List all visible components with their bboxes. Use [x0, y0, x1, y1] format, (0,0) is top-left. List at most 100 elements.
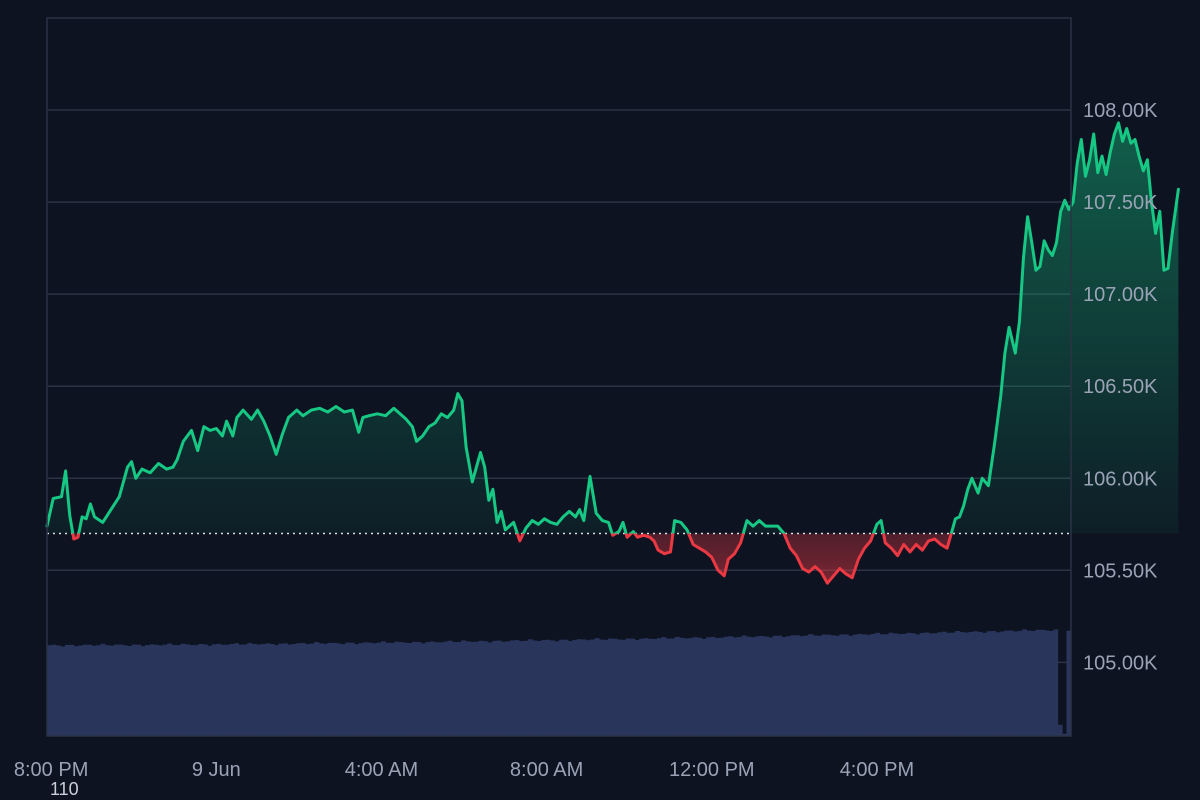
volume-bar: [461, 640, 467, 736]
volume-bar: [768, 637, 774, 736]
volume-bar: [714, 637, 720, 736]
volume-bar: [247, 642, 253, 736]
volume-bar: [661, 637, 667, 736]
volume-bar: [835, 635, 840, 736]
volume-bar: [772, 635, 778, 736]
volume-bar: [527, 639, 533, 736]
volume-bar: [981, 632, 987, 736]
volume-bar: [857, 633, 863, 736]
volume-bar: [523, 640, 529, 736]
volume-bar: [380, 641, 386, 736]
volume-bar: [469, 641, 475, 736]
volume-bar: [438, 642, 444, 736]
volume-bar: [64, 644, 70, 736]
volume-bar: [91, 645, 97, 736]
volume-bar: [171, 644, 177, 736]
volume-bar: [612, 638, 618, 736]
volume-bar: [777, 635, 783, 736]
volume-bar: [879, 634, 885, 736]
volume-bar: [919, 632, 925, 736]
volume-bar: [510, 640, 515, 736]
volume-bar: [1013, 631, 1019, 736]
volume-bar: [607, 638, 613, 736]
volume-bar: [336, 643, 342, 736]
volume-bar: [973, 631, 979, 736]
volume-bar: [1008, 630, 1014, 736]
volume-bar: [144, 645, 150, 736]
volume-bar: [331, 642, 337, 736]
volume-bar: [416, 642, 422, 736]
x-tick-label: 8:00 PM: [14, 759, 88, 781]
volume-bar: [625, 638, 631, 736]
plot-border: [46, 17, 1072, 737]
volume-bar: [554, 641, 560, 736]
volume-bar: [906, 632, 912, 736]
volume-bar: [599, 639, 605, 736]
volume-bar: [501, 641, 507, 736]
volume-bar: [924, 632, 930, 736]
y-tick-label: 106.00K: [1083, 468, 1158, 490]
volume-bar: [532, 640, 538, 736]
volume-bar: [327, 642, 333, 736]
volume-bar: [300, 642, 306, 736]
volume-bar: [821, 634, 827, 736]
volume-bar: [884, 634, 889, 736]
volume-bar: [483, 641, 489, 736]
volume-bar: [1048, 630, 1054, 736]
volume-bar: [198, 644, 204, 736]
volume-bar: [559, 639, 564, 736]
volume-bar: [995, 632, 1001, 736]
volume-bar: [1039, 629, 1045, 736]
volume-bar: [683, 638, 689, 736]
volume-bar: [1030, 630, 1036, 736]
volume-bar: [403, 642, 409, 736]
volume-bar: [679, 637, 685, 736]
volume-bar: [1017, 630, 1023, 736]
volume-bar: [202, 644, 208, 736]
volume-bar: [305, 644, 311, 736]
volume-bar: [692, 637, 698, 736]
volume-bar: [233, 643, 239, 736]
volume-bar: [269, 644, 275, 736]
volume-bar: [251, 643, 257, 736]
x-tick-label: 9 Jun: [192, 759, 241, 781]
y-tick-label: 108.00K: [1083, 100, 1158, 122]
volume-bar: [697, 637, 702, 736]
volume-bar: [719, 637, 725, 736]
volume-bar: [670, 638, 676, 736]
volume-bar: [665, 638, 671, 736]
x-tick-label: 8:00 AM: [510, 759, 583, 781]
volume-bar: [803, 635, 809, 736]
volume-bar: [710, 636, 716, 736]
volume-bar: [901, 633, 907, 736]
volume-bar: [990, 631, 996, 736]
volume-bar: [385, 642, 391, 736]
volume-bar: [590, 639, 596, 736]
volume-bar: [162, 644, 168, 736]
volume-bar: [51, 644, 57, 736]
volume-bar: [496, 640, 502, 736]
volume-bar: [959, 632, 965, 736]
volume-bar: [122, 645, 128, 736]
y-tick-label: 107.00K: [1083, 284, 1158, 306]
volume-bar: [104, 645, 110, 736]
volume-bar: [189, 645, 195, 736]
volume-bar: [794, 635, 800, 736]
volume-bar: [87, 644, 93, 736]
volume-bar: [55, 645, 61, 736]
volume-bar: [220, 644, 226, 736]
volume-bar: [826, 634, 832, 736]
volume-bar: [318, 643, 324, 736]
volume-bar: [754, 636, 760, 736]
volume-bar: [763, 636, 769, 736]
volume-bars: [47, 629, 1072, 736]
volume-bar: [225, 644, 231, 736]
y-tick-label: 105.50K: [1083, 560, 1158, 582]
volume-bar: [875, 632, 881, 736]
volume-bar: [567, 641, 573, 736]
volume-bar: [705, 637, 711, 736]
volume-bar: [1057, 724, 1063, 736]
volume-bar: [345, 642, 351, 736]
volume-bar: [274, 645, 280, 736]
volume-bar: [287, 644, 293, 736]
